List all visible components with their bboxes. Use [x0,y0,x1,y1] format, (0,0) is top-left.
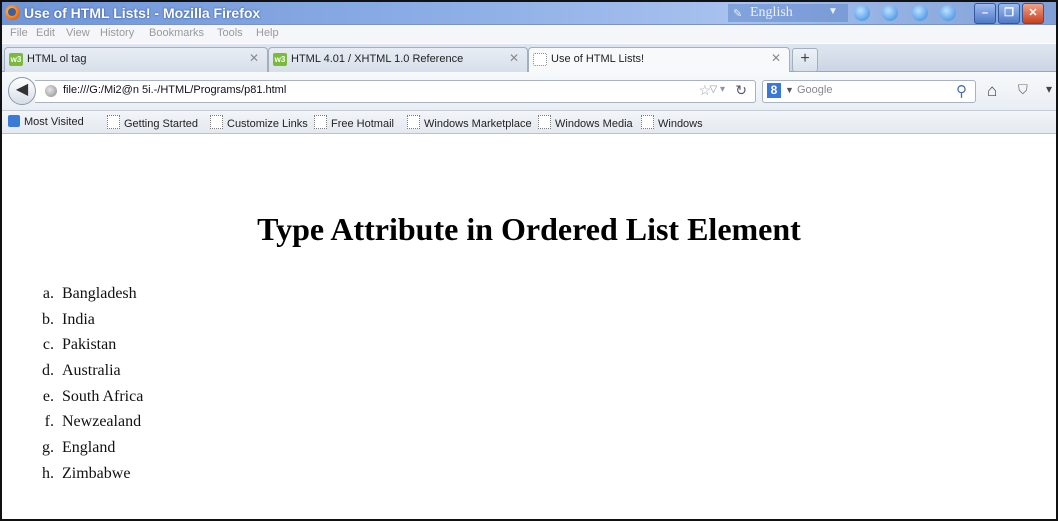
search-bar[interactable]: 8 ▼ Google ⚲ [762,80,976,103]
bookmark-windows-media[interactable]: Windows Media [538,115,633,130]
blank-page-icon [533,53,547,66]
browser-window: Use of HTML Lists! - Mozilla Firefox ✎ E… [0,0,1058,521]
network-tray-icon[interactable] [912,5,928,21]
w3-icon: w3 [9,53,23,66]
menu-bar: File Edit View History Bookmarks Tools H… [2,25,1056,43]
google-icon[interactable]: 8 [767,83,781,98]
list-item: Australia [58,361,143,387]
bookmark-getting-started[interactable]: Getting Started [107,115,198,130]
firefox-logo-icon [5,5,20,20]
bookmark-customize-links[interactable]: Customize Links [210,115,308,130]
tab-strip: w3 HTML ol tag ✕ w3 HTML 4.01 / XHTML 1.… [2,44,1056,73]
menu-tools[interactable]: Tools [217,27,243,39]
url-text[interactable]: file:///G:/Mi2@n 5i.-/HTML/Programs/p81.… [63,84,286,96]
w3-icon: w3 [273,53,287,66]
close-icon[interactable]: ✕ [249,51,259,65]
mouse-tray-icon[interactable] [882,5,898,21]
close-icon[interactable]: ✕ [771,51,781,65]
window-title: Use of HTML Lists! - Mozilla Firefox [24,5,261,21]
bookmark-icon [407,115,420,129]
menu-edit[interactable]: Edit [36,27,55,39]
tab-label: HTML 4.01 / XHTML 1.0 Reference [291,53,464,65]
menu-history[interactable]: History [100,27,134,39]
page-heading: Type Attribute in Ordered List Element [257,211,801,247]
menu-file[interactable]: File [10,27,28,39]
reload-icon[interactable]: ↻ [735,82,747,99]
language-selector[interactable]: ✎ English ▼ [728,4,848,22]
menu-help[interactable]: Help [256,27,279,39]
tab-label: Use of HTML Lists! [551,53,645,65]
new-tab-button[interactable]: + [792,48,818,72]
most-visited-icon [8,115,20,127]
bookmarks-toolbar: Most Visited Getting Started Customize L… [2,111,1056,134]
tab-use-of-html-lists[interactable]: Use of HTML Lists! ✕ [528,47,790,73]
menu-bookmarks[interactable]: Bookmarks [149,27,204,39]
bookmark-free-hotmail[interactable]: Free Hotmail [314,115,394,130]
bookmark-icon [538,115,551,129]
bookmark-icon [107,115,120,129]
url-bar[interactable]: file:///G:/Mi2@n 5i.-/HTML/Programs/p81.… [35,80,756,103]
minimize-button[interactable]: – [974,3,996,24]
tab-html-reference[interactable]: w3 HTML 4.01 / XHTML 1.0 Reference ✕ [268,47,528,72]
bookmark-icon [210,115,223,129]
chevron-down-icon: ▼ [828,6,838,17]
tray-icon[interactable] [854,5,870,21]
chevron-down-icon[interactable]: ▼ [785,85,794,95]
search-engine-label: Google [797,84,833,96]
menu-view[interactable]: View [66,27,90,39]
bookmark-most-visited[interactable]: Most Visited [8,115,84,128]
close-icon[interactable]: ✕ [509,51,519,65]
list-item: England [58,438,143,464]
update-tray-icon[interactable] [940,5,956,21]
bookmark-icon [314,115,327,129]
language-label: English [750,5,793,20]
tab-html-ol-tag[interactable]: w3 HTML ol tag ✕ [4,47,268,72]
list-item: India [58,310,143,336]
translate-icon: ✎ [733,8,743,20]
pocket-icon[interactable]: ⛉ [1018,82,1028,98]
list-item: South Africa [58,387,143,413]
tab-label: HTML ol tag [27,53,87,65]
search-icon[interactable]: ⚲ [956,82,967,100]
close-window-button[interactable]: ✕ [1022,3,1044,24]
bookmark-windows[interactable]: Windows [641,115,703,130]
restore-button[interactable]: ❐ [998,3,1020,24]
list-item: Zimbabwe [58,464,143,490]
bookmark-windows-marketplace[interactable]: Windows Marketplace [407,115,532,130]
title-bar: Use of HTML Lists! - Mozilla Firefox ✎ E… [2,2,1056,25]
navigation-bar: file:///G:/Mi2@n 5i.-/HTML/Programs/p81.… [2,72,1056,111]
ordered-list: Bangladesh India Pakistan Australia Sout… [38,284,143,490]
page-content: Type Attribute in Ordered List Element B… [2,134,1056,519]
globe-icon [45,85,57,97]
list-item: Pakistan [58,335,143,361]
home-icon[interactable]: ⌂ [987,81,997,101]
list-item: Bangladesh [58,284,143,310]
overflow-icon[interactable]: ▾ [1046,82,1052,96]
bookmark-icon [641,115,654,129]
back-button[interactable]: ◀ [8,77,36,105]
list-item: Newzealand [58,412,143,438]
history-dropdown-icon[interactable]: ▽ ▾ [710,84,726,95]
